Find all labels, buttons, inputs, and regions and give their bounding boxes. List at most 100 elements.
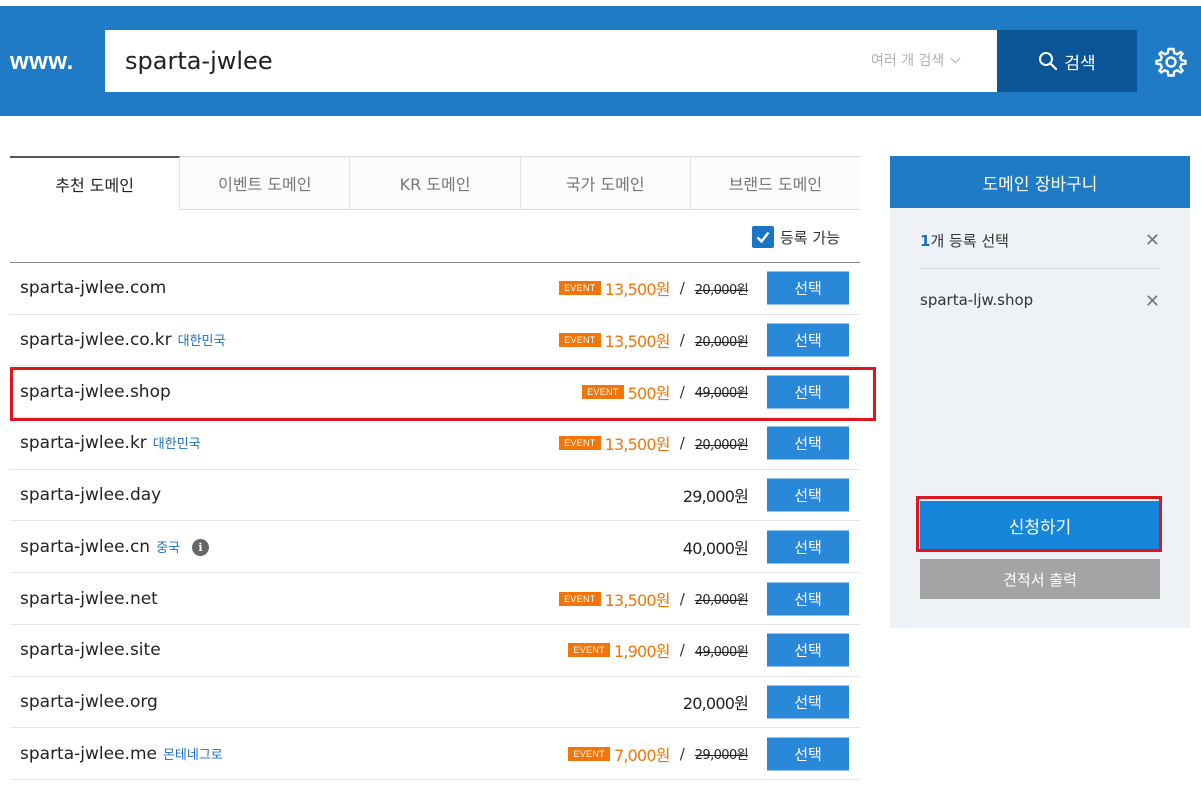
event-badge: EVENT — [559, 591, 601, 606]
region-label: 몬테네그로 — [162, 747, 223, 763]
select-button[interactable]: 선택 — [767, 633, 849, 667]
original-price: 20,000원 — [694, 593, 749, 609]
original-price: 29,000원 — [694, 748, 749, 764]
cart-divider — [920, 268, 1160, 269]
gear-icon[interactable] — [1155, 46, 1187, 78]
tab-recommended[interactable]: 추천 도메인 — [10, 156, 181, 210]
domain-name: sparta-jwlee.org — [20, 691, 158, 712]
available-label: 등록 가능 — [780, 228, 840, 247]
header-bar: www. 여러 개 검색 검색 — [0, 6, 1201, 116]
select-button[interactable]: 선택 — [767, 737, 849, 771]
select-button[interactable]: 선택 — [767, 271, 849, 305]
sale-price: 1,900원 — [613, 642, 671, 662]
select-button[interactable]: 선택 — [767, 375, 849, 409]
original-price: 49,000원 — [694, 644, 749, 660]
search-icon — [1039, 52, 1058, 71]
price-separator: / — [679, 331, 685, 350]
event-badge: EVENT — [582, 384, 624, 399]
domain-row: sparta-jwlee.org 20,000원 선택 — [10, 677, 860, 729]
price-separator: / — [679, 279, 685, 298]
select-button[interactable]: 선택 — [767, 582, 849, 616]
tab-country[interactable]: 국가 도메인 — [521, 157, 691, 209]
info-icon[interactable]: i — [192, 538, 209, 556]
price-area: 40,000원 — [682, 535, 749, 559]
apply-button[interactable]: 신청하기 — [920, 501, 1160, 549]
price-separator: / — [679, 744, 685, 763]
available-filter[interactable]: 등록 가능 — [752, 226, 840, 248]
tab-event[interactable]: 이벤트 도메인 — [180, 157, 351, 209]
print-quote-button[interactable]: 견적서 출력 — [920, 559, 1160, 599]
cart-title: 도메인 장바구니 — [890, 156, 1190, 208]
www-prefix: www. — [10, 48, 74, 75]
domain-tabs: 추천 도메인 이벤트 도메인 KR 도메인 국가 도메인 브랜드 도메인 — [10, 156, 860, 210]
domain-name: sparta-jwlee.site — [20, 640, 161, 661]
domain-name: sparta-jwlee.net — [20, 588, 158, 609]
select-button[interactable]: 선택 — [767, 530, 849, 564]
domain-row: sparta-jwlee.kr 대한민국 EVENT 13,500원 / 20,0… — [10, 418, 860, 470]
regular-price: 29,000원 — [682, 487, 749, 507]
search-button[interactable]: 검색 — [997, 30, 1137, 92]
checkmark-icon — [756, 231, 770, 244]
regular-price: 20,000원 — [682, 693, 749, 713]
select-button[interactable]: 선택 — [767, 426, 849, 460]
multi-search-dropdown[interactable]: 여러 개 검색 — [871, 50, 961, 70]
domain-row: sparta-jwlee.co.kr 대한민국 EVENT 13,500원 / 2… — [10, 315, 860, 367]
price-area: EVENT 13,500원 / 20,000원 — [559, 276, 749, 300]
sale-price: 13,500원 — [604, 590, 671, 610]
domain-row: sparta-jwlee.site EVENT 1,900원 / 49,000원… — [10, 625, 860, 677]
sale-price: 13,500원 — [604, 280, 671, 300]
domain-name: sparta-jwlee.com — [20, 278, 167, 299]
region-label: 중국 — [156, 540, 180, 556]
price-area: EVENT 1,900원 / 49,000원 — [568, 638, 749, 662]
select-button[interactable]: 선택 — [767, 323, 849, 357]
available-checkbox[interactable] — [752, 226, 774, 248]
price-separator: / — [679, 641, 685, 660]
sale-price: 500원 — [627, 383, 671, 403]
tab-brand[interactable]: 브랜드 도메인 — [691, 157, 860, 209]
domain-row: sparta-jwlee.com EVENT 13,500원 / 20,000원… — [10, 263, 860, 315]
tab-kr[interactable]: KR 도메인 — [350, 157, 521, 209]
event-badge: EVENT — [568, 746, 610, 761]
domain-name: sparta-jwlee.me 몬테네그로 — [20, 743, 223, 764]
select-button[interactable]: 선택 — [767, 478, 849, 512]
chevron-down-icon — [950, 53, 961, 63]
original-price: 20,000원 — [694, 282, 749, 298]
original-price: 49,000원 — [694, 386, 749, 402]
sale-price: 13,500원 — [604, 332, 671, 352]
sale-price: 7,000원 — [613, 745, 671, 765]
region-label: 대한민국 — [152, 437, 201, 453]
event-badge: EVENT — [559, 281, 601, 296]
select-button[interactable]: 선택 — [767, 685, 849, 719]
original-price: 20,000원 — [694, 437, 749, 453]
price-area: EVENT 13,500원 / 20,000원 — [559, 328, 749, 352]
price-separator: / — [679, 589, 685, 608]
cart-item: sparta-ljw.shop — [920, 291, 1034, 309]
domain-name: sparta-jwlee.shop — [20, 381, 171, 402]
price-area: EVENT 13,500원 / 20,000원 — [559, 431, 749, 455]
region-label: 대한민국 — [177, 334, 226, 350]
price-separator: / — [679, 434, 685, 453]
search-button-label: 검색 — [1064, 53, 1096, 74]
clear-cart-icon[interactable]: ✕ — [1145, 230, 1160, 251]
multi-search-label: 여러 개 검색 — [871, 53, 945, 69]
cart-count: 1개 등록 선택 — [920, 232, 1009, 250]
sale-price: 13,500원 — [604, 435, 671, 455]
price-area: EVENT 500원 / 49,000원 — [582, 380, 749, 404]
event-badge: EVENT — [568, 643, 610, 658]
domain-cart: 도메인 장바구니 1개 등록 선택 ✕ sparta-ljw.shop ✕ 신청… — [890, 156, 1190, 628]
domain-name: sparta-jwlee.co.kr 대한민국 — [20, 330, 226, 351]
domain-row: sparta-jwlee.net EVENT 13,500원 / 20,000원… — [10, 573, 860, 625]
regular-price: 40,000원 — [682, 538, 749, 558]
event-badge: EVENT — [559, 436, 601, 451]
price-area: EVENT 7,000원 / 29,000원 — [568, 742, 749, 766]
price-separator: / — [679, 382, 685, 401]
search-input[interactable] — [105, 30, 865, 92]
domain-name: sparta-jwlee.kr 대한민국 — [20, 433, 201, 454]
price-area: 20,000원 — [682, 690, 749, 714]
domain-row: sparta-jwlee.me 몬테네그로 EVENT 7,000원 / 29,0… — [10, 728, 860, 780]
event-badge: EVENT — [559, 333, 601, 348]
price-area: 29,000원 — [682, 483, 749, 507]
original-price: 20,000원 — [694, 334, 749, 350]
price-area: EVENT 13,500원 / 20,000원 — [559, 587, 749, 611]
remove-item-icon[interactable]: ✕ — [1145, 291, 1160, 312]
